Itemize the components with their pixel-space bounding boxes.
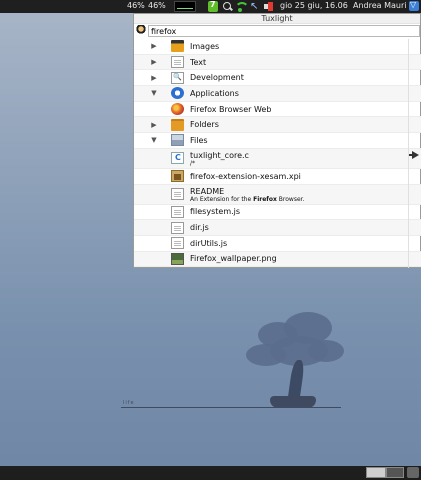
- result-firefox-extension-xpi[interactable]: firefox-extension-xesam.xpi: [134, 169, 421, 185]
- row-label: dir.js: [190, 223, 209, 233]
- c-file-icon: [171, 152, 184, 165]
- applications-icon: [171, 87, 184, 100]
- cursor-icon[interactable]: ↖: [250, 1, 260, 12]
- results-list: ▶ Images ▶ Text ▶ Development ▼ Applicat…: [134, 39, 421, 268]
- workspace-1-button[interactable]: [366, 467, 386, 478]
- xpi-file-icon: [171, 170, 184, 183]
- row-label: Folders: [190, 120, 219, 130]
- folder-icon: [171, 118, 184, 131]
- run-action-arrow-icon[interactable]: [409, 151, 419, 159]
- category-development[interactable]: ▶ Development: [134, 70, 421, 87]
- images-icon: [171, 40, 184, 53]
- collapse-arrow-icon[interactable]: ▼: [150, 136, 158, 144]
- clock[interactable]: gio 25 giu, 16.06: [280, 1, 348, 10]
- row-label: tuxlight_core.c: [190, 150, 249, 160]
- row-label: Firefox_wallpaper.png: [190, 254, 277, 264]
- user-name[interactable]: Andrea Mauri: [353, 1, 407, 10]
- row-label: Development: [190, 73, 244, 83]
- firefox-icon: [171, 103, 184, 116]
- js-file-icon: [171, 221, 184, 234]
- result-dir-js[interactable]: dir.js: [134, 220, 421, 236]
- row-snippet: An Extension for the Firefox Browser.: [190, 195, 305, 203]
- row-snippet: /*: [190, 159, 196, 167]
- row-label: Applications: [190, 88, 239, 98]
- result-firefox-browser[interactable]: Firefox Browser Web: [134, 102, 421, 118]
- search-icon[interactable]: [222, 1, 232, 12]
- search-input[interactable]: [148, 25, 420, 37]
- row-label: Firefox Browser Web: [190, 104, 272, 114]
- wallpaper-caption: life: [123, 400, 135, 406]
- readme-file-icon: [171, 188, 184, 200]
- category-applications[interactable]: ▼ Applications: [134, 86, 421, 102]
- battery-indicator-1[interactable]: 46%: [127, 1, 145, 10]
- js-file-icon: [171, 237, 184, 250]
- row-label: Files: [190, 135, 208, 145]
- volume-icon[interactable]: [263, 1, 275, 12]
- battery-indicator-2[interactable]: 46%: [148, 1, 166, 10]
- row-label: README: [190, 186, 225, 196]
- expand-arrow-icon[interactable]: ▶: [150, 121, 158, 129]
- row-label: filesystem.js: [190, 207, 241, 217]
- row-label: firefox-extension-xesam.xpi: [190, 171, 301, 181]
- bonsai-tree-wallpaper: [240, 310, 350, 410]
- row-label: Text: [190, 57, 207, 67]
- category-files[interactable]: ▼ Files: [134, 133, 421, 149]
- row-label: dirUtils.js: [190, 238, 228, 248]
- window-title: Tuxlight: [134, 14, 420, 24]
- user-menu-icon[interactable]: [409, 0, 419, 11]
- category-images[interactable]: ▶ Images: [134, 39, 421, 55]
- collapse-arrow-icon[interactable]: ▼: [150, 89, 158, 97]
- row-label: Images: [190, 41, 220, 51]
- updates-icon[interactable]: [208, 0, 218, 12]
- cpu-graph-icon[interactable]: [174, 1, 196, 12]
- expand-arrow-icon[interactable]: ▶: [150, 42, 158, 50]
- top-panel: 46% 46% ↖ gio 25 giu, 16.06 Andrea Mauri: [0, 0, 421, 13]
- tuxlight-launcher-window: Tuxlight ▶ Images ▶ Text ▶ Development ▼…: [133, 13, 421, 268]
- result-dirutils-js[interactable]: dirUtils.js: [134, 236, 421, 252]
- workspace-2-button[interactable]: [386, 467, 404, 478]
- show-desktop-icon[interactable]: [407, 467, 419, 478]
- category-text[interactable]: ▶ Text: [134, 54, 421, 71]
- expand-arrow-icon[interactable]: ▶: [150, 58, 158, 66]
- js-file-icon: [171, 205, 184, 218]
- text-icon: [171, 56, 184, 69]
- tux-logo-icon[interactable]: [136, 25, 146, 35]
- development-icon: [171, 71, 184, 84]
- bottom-panel: [0, 466, 421, 480]
- result-tuxlight-core-c[interactable]: tuxlight_core.c /*: [134, 148, 421, 169]
- files-icon: [171, 134, 184, 147]
- result-firefox-wallpaper-png[interactable]: Firefox_wallpaper.png: [134, 251, 421, 268]
- wallpaper-ground-line: [121, 407, 341, 408]
- wifi-icon[interactable]: [235, 1, 249, 12]
- expand-arrow-icon[interactable]: ▶: [150, 74, 158, 82]
- result-readme[interactable]: README An Extension for the Firefox Brow…: [134, 184, 421, 205]
- category-folders[interactable]: ▶ Folders: [134, 117, 421, 134]
- result-filesystem-js[interactable]: filesystem.js: [134, 205, 421, 221]
- png-file-icon: [171, 252, 184, 265]
